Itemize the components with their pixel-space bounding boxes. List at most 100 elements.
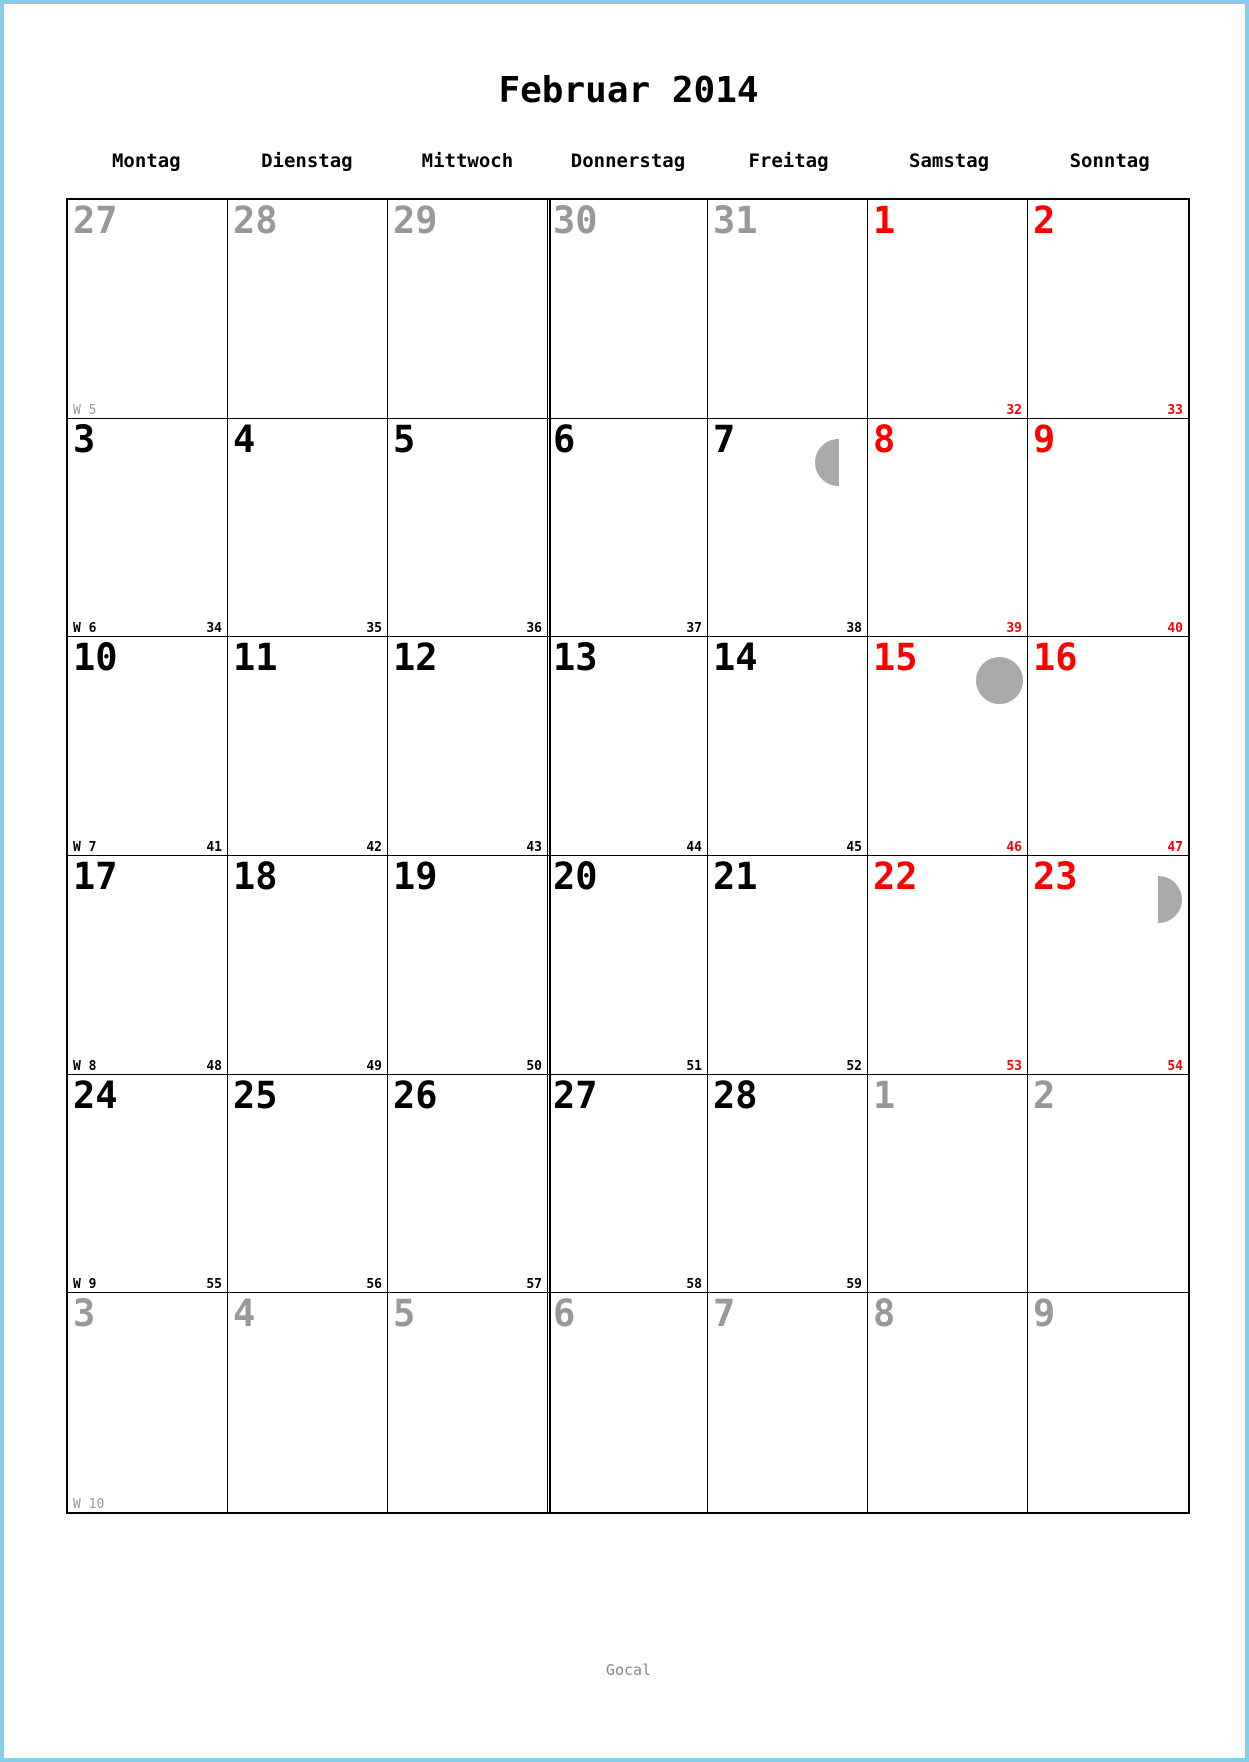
day-cell[interactable]: 11 42 — [228, 637, 388, 856]
day-cell[interactable]: 25 56 — [228, 1074, 388, 1294]
day-cell[interactable]: 1 — [868, 1074, 1028, 1294]
day-number: 8 — [873, 1293, 896, 1336]
day-of-year: 52 — [846, 1058, 862, 1074]
day-of-year: 47 — [1167, 840, 1183, 855]
day-cell[interactable]: 17 W 8 48 — [68, 856, 228, 1075]
day-of-year: 49 — [366, 1058, 382, 1074]
day-cell[interactable]: 7 38 — [708, 418, 868, 638]
day-number: 5 — [393, 418, 416, 461]
weekday-label: Samstag — [909, 150, 990, 172]
day-cell[interactable]: 27 W 5 — [68, 200, 228, 419]
day-cell[interactable]: 14 45 — [708, 637, 868, 856]
day-cell[interactable]: 29 — [388, 200, 548, 419]
day-cell[interactable]: 15 46 — [868, 637, 1028, 856]
day-cell[interactable]: 6 — [548, 1293, 708, 1512]
calendar-page: Februar 2014 Montag Dienstag Mittwoch Donne… — [0, 0, 1249, 1762]
calendar-grid: 27 W 5 28 29 30 31 1 32 2 33 3 W 6 34 4 35 5 36 6 37 7 38 8 39… — [66, 198, 1190, 1514]
weekday-label: Montag — [111, 150, 181, 172]
day-of-year: 35 — [366, 621, 382, 637]
day-number: 21 — [713, 856, 758, 898]
day-cell[interactable]: 28 59 — [708, 1074, 868, 1294]
day-cell[interactable]: 24 W 9 55 — [68, 1074, 228, 1294]
day-cell[interactable]: 7 — [708, 1293, 868, 1512]
day-number: 7 — [713, 418, 736, 461]
first-moon-icon — [1158, 876, 1182, 923]
day-of-year: 37 — [686, 621, 702, 637]
day-cell[interactable]: 9 — [1028, 1293, 1188, 1512]
day-cell[interactable]: 10 W 7 41 — [68, 637, 228, 856]
calendar-title: Februar 2014 — [498, 70, 759, 111]
day-number: 1 — [873, 200, 896, 242]
day-number: 30 — [553, 200, 598, 242]
day-number: 27 — [73, 200, 118, 242]
day-of-year: 51 — [686, 1058, 702, 1074]
day-of-year: 33 — [1167, 402, 1183, 418]
footer-label: Gocal — [605, 1661, 652, 1679]
day-of-year: 32 — [1006, 402, 1022, 418]
day-of-year: 36 — [526, 621, 542, 637]
day-of-year: 44 — [686, 840, 702, 855]
day-cell[interactable]: 27 58 — [548, 1074, 708, 1294]
day-of-year: 42 — [366, 840, 382, 855]
day-cell[interactable]: 23 54 — [1028, 856, 1188, 1075]
weekday-label: Donnerstag — [570, 150, 686, 172]
day-cell[interactable]: 18 49 — [228, 856, 388, 1075]
day-cell[interactable]: 3 W 10 — [68, 1293, 228, 1512]
day-cell[interactable]: 12 43 — [388, 637, 548, 856]
day-number: 9 — [1033, 418, 1056, 461]
day-number: 19 — [393, 856, 438, 898]
day-cell[interactable]: 9 40 — [1028, 419, 1188, 638]
day-cell[interactable]: 2 — [1028, 1075, 1188, 1294]
day-number: 2 — [1033, 200, 1056, 242]
day-cell[interactable]: 26 57 — [388, 1074, 548, 1294]
day-cell[interactable]: 5 — [388, 1293, 548, 1512]
day-of-year: 43 — [526, 840, 542, 855]
day-cell[interactable]: 30 — [548, 200, 708, 419]
day-of-year: 56 — [366, 1277, 382, 1293]
day-number: 15 — [873, 637, 918, 680]
full-moon-icon — [976, 657, 1023, 705]
weekday-header: Montag Dienstag Mittwoch Donnerstag Freitag S… — [66, 150, 1190, 176]
day-of-year: 58 — [686, 1277, 702, 1293]
week-number: W 5 — [73, 402, 97, 418]
day-number: 6 — [553, 418, 576, 461]
day-cell[interactable]: 20 51 — [548, 856, 708, 1075]
day-cell[interactable]: 22 53 — [868, 856, 1028, 1075]
day-number: 3 — [73, 418, 96, 461]
week-number: W 9 — [73, 1277, 97, 1293]
day-number: 26 — [393, 1074, 438, 1117]
day-of-year: 50 — [526, 1058, 542, 1074]
day-cell[interactable]: 21 52 — [708, 856, 868, 1075]
day-cell[interactable]: 13 44 — [548, 637, 708, 856]
day-number: 11 — [233, 637, 278, 680]
day-cell[interactable]: 19 50 — [388, 856, 548, 1075]
day-of-year: 34 — [206, 621, 222, 637]
week-number: W 7 — [73, 840, 97, 855]
day-number: 18 — [233, 856, 278, 898]
day-cell[interactable]: 16 47 — [1028, 637, 1188, 856]
day-cell[interactable]: 8 39 — [868, 418, 1028, 638]
day-of-year: 38 — [846, 621, 862, 637]
day-cell[interactable]: 31 — [708, 200, 868, 419]
day-cell[interactable]: 28 — [228, 200, 388, 419]
day-cell[interactable]: 6 37 — [548, 418, 708, 638]
day-cell[interactable]: 3 W 6 34 — [68, 418, 228, 638]
day-cell[interactable]: 4 — [228, 1293, 388, 1512]
day-cell[interactable]: 4 35 — [228, 418, 388, 638]
day-number: 17 — [73, 856, 118, 898]
day-cell[interactable]: 2 33 — [1028, 200, 1188, 419]
day-number: 7 — [713, 1293, 736, 1336]
day-cell[interactable]: 5 36 — [388, 418, 548, 638]
day-number: 1 — [873, 1074, 896, 1117]
day-of-year: 41 — [206, 840, 222, 855]
day-cell[interactable]: 8 — [868, 1293, 1028, 1512]
day-of-year: 53 — [1006, 1058, 1022, 1074]
weekday-label: Dienstag — [261, 150, 353, 172]
day-of-year: 55 — [206, 1277, 222, 1293]
day-number: 12 — [393, 637, 438, 680]
day-cell[interactable]: 1 32 — [868, 200, 1028, 419]
week-number: W 6 — [73, 621, 97, 637]
day-number: 4 — [233, 1293, 256, 1336]
day-of-year: 46 — [1006, 840, 1022, 855]
day-number: 4 — [233, 418, 256, 461]
